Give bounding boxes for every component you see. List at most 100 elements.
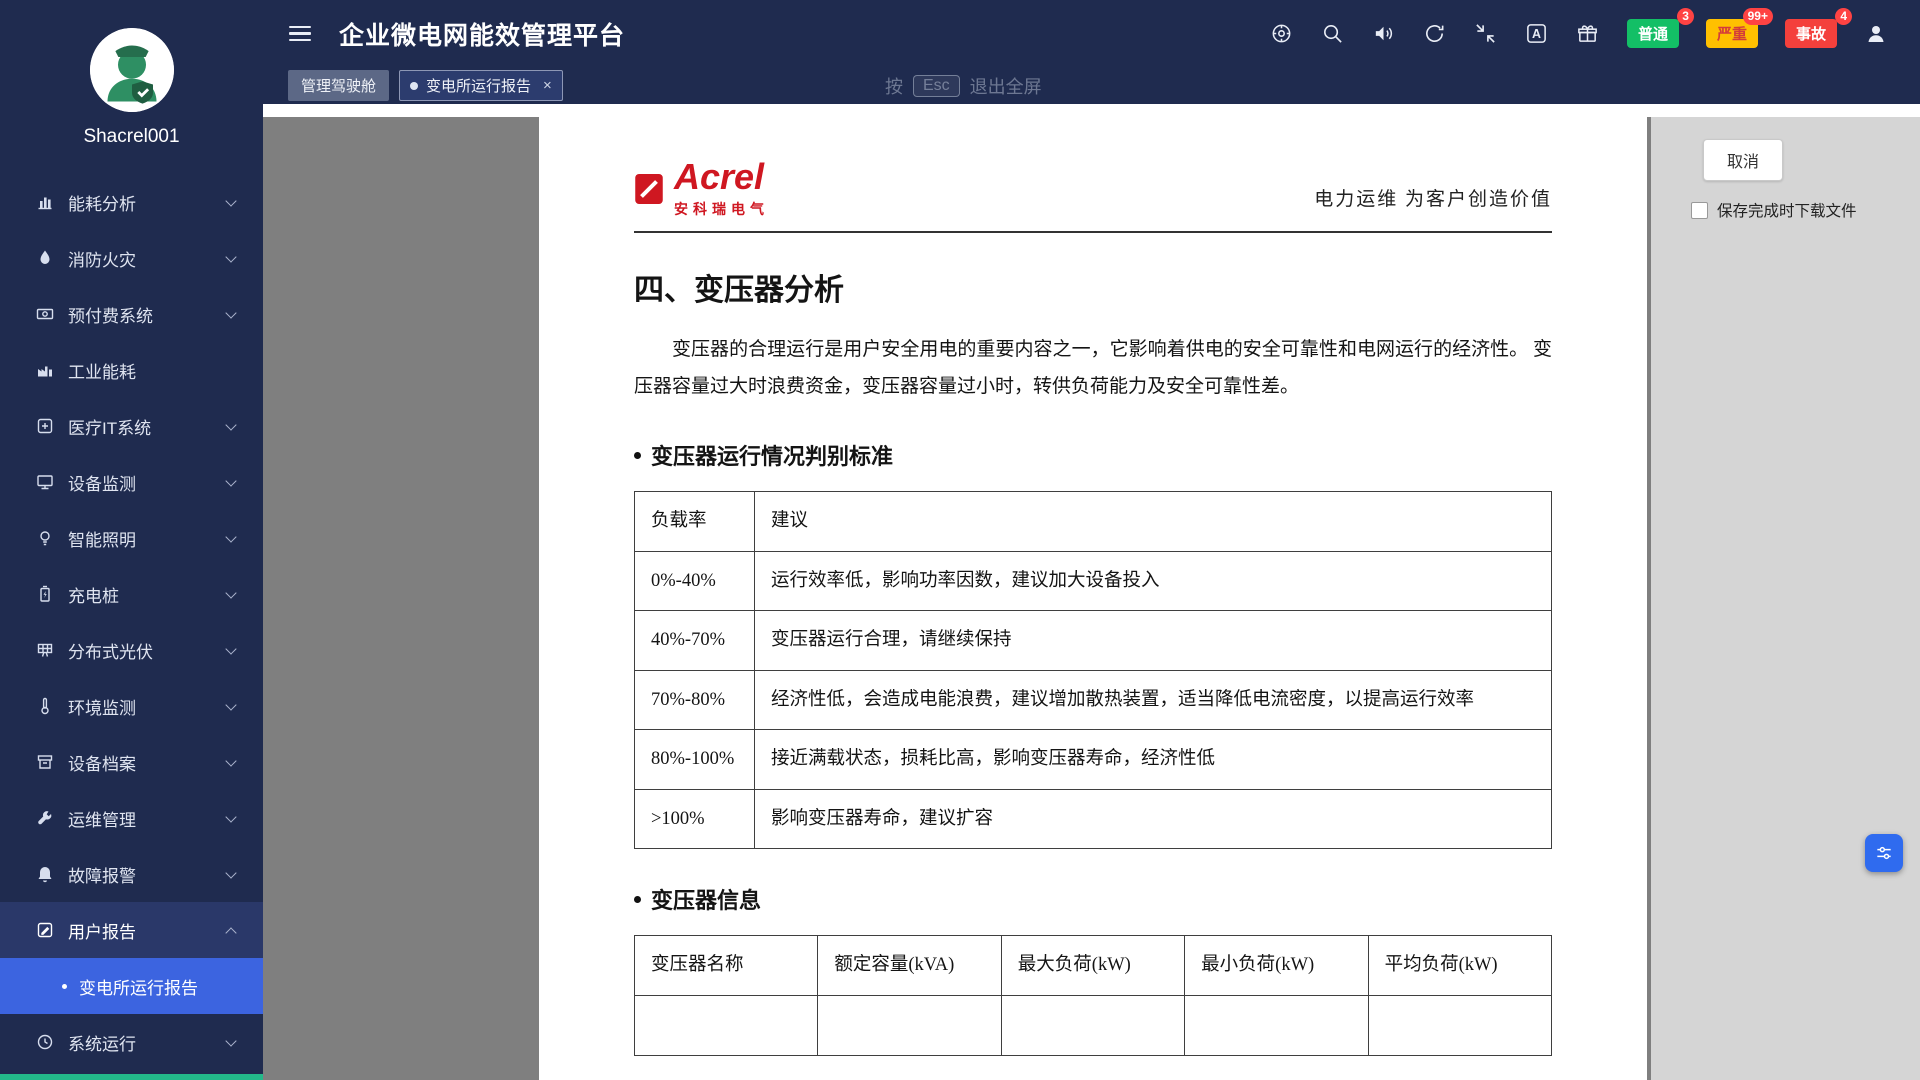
chevron-down-icon bbox=[225, 867, 236, 878]
hamburger-menu-icon[interactable] bbox=[289, 26, 311, 42]
monitor-icon bbox=[36, 473, 54, 491]
table-row: 80%-100% 接近满载状态，损耗比高，影响变压器寿命，经济性低 bbox=[635, 730, 1552, 790]
sidebar-item-label: 充电桩 bbox=[68, 582, 119, 607]
sidebar-item-prepaid-system[interactable]: 预付费系统 bbox=[0, 286, 263, 342]
sidebar-item-label: 智能照明 bbox=[68, 526, 136, 551]
sidebar-item-fault-alarm[interactable]: 故障报警 bbox=[0, 846, 263, 902]
chevron-down-icon bbox=[225, 251, 236, 262]
user-icon[interactable] bbox=[1864, 22, 1888, 46]
close-icon[interactable]: × bbox=[543, 78, 552, 93]
alarm-badge-label: 严重 bbox=[1717, 26, 1747, 43]
sidebar-item-industrial-energy[interactable]: 工业能耗 bbox=[0, 342, 263, 398]
subsection-title: 变压器运行情况判别标准 bbox=[651, 439, 893, 471]
tab-management-cockpit[interactable]: 管理驾驶舱 bbox=[288, 70, 389, 101]
charging-icon bbox=[36, 585, 54, 603]
table-row bbox=[635, 995, 1552, 1055]
alarm-count-badge: 99+ bbox=[1743, 8, 1773, 25]
sidebar-item-label: 工业能耗 bbox=[68, 358, 136, 383]
main-area: 企业微电网能效管理平台 bbox=[263, 0, 1920, 1080]
chevron-down-icon bbox=[225, 195, 236, 206]
esc-key-badge: Esc bbox=[913, 75, 960, 97]
alarm-count-badge: 3 bbox=[1677, 8, 1694, 25]
search-icon[interactable] bbox=[1321, 22, 1345, 46]
bullet-icon bbox=[62, 984, 67, 989]
alarm-count-badge: 4 bbox=[1835, 8, 1852, 25]
bullet-icon bbox=[634, 452, 641, 459]
sidebar-item-fire-protection[interactable]: 消防火灾 bbox=[0, 230, 263, 286]
chevron-down-icon bbox=[225, 755, 236, 766]
sidebar-item-label: 分布式光伏 bbox=[68, 638, 153, 663]
sidebar-item-charging-pile[interactable]: 充电桩 bbox=[0, 566, 263, 622]
sidebar-bottom-accent bbox=[0, 1074, 263, 1080]
chevron-down-icon bbox=[225, 811, 236, 822]
report-preview-pane[interactable]: Acrel 安科瑞电气 电力运维 为客户创造价值 四、变压器分析 变压器的合理运… bbox=[263, 117, 1651, 1080]
header-divider bbox=[634, 231, 1552, 233]
table-row: 0%-40% 运行效率低，影响功率因数，建议加大设备投入 bbox=[635, 551, 1552, 611]
alarm-badge-label: 事故 bbox=[1796, 26, 1826, 43]
table-header-cell: 建议 bbox=[755, 492, 1552, 552]
transformer-info-table: 变压器名称 额定容量(kVA) 最大负荷(kW) 最小负荷(kW) 平均负荷(k… bbox=[634, 935, 1552, 1056]
subsection-transformer-info: 变压器信息 bbox=[634, 883, 1552, 915]
alarm-badge-label: 普通 bbox=[1638, 26, 1668, 43]
money-icon bbox=[36, 305, 54, 323]
table-cell bbox=[635, 995, 818, 1055]
sidebar-item-equipment-archive[interactable]: 设备档案 bbox=[0, 734, 263, 790]
sliders-icon bbox=[1874, 843, 1894, 863]
refresh-icon[interactable] bbox=[1423, 22, 1447, 46]
intro-paragraph: 变压器的合理运行是用户安全用电的重要内容之一，它影响着供电的安全可靠性和电网运行… bbox=[634, 331, 1552, 405]
sidebar-item-ops-management[interactable]: 运维管理 bbox=[0, 790, 263, 846]
chevron-down-icon bbox=[225, 419, 236, 430]
chevron-down-icon bbox=[225, 531, 236, 542]
alarm-badge-severe[interactable]: 严重 99+ bbox=[1706, 19, 1758, 48]
subsection-criteria: 变压器运行情况判别标准 bbox=[634, 439, 1552, 471]
settings-float-button[interactable] bbox=[1865, 834, 1903, 872]
svg-text:A: A bbox=[1532, 27, 1541, 41]
archive-icon bbox=[36, 753, 54, 771]
app-title: 企业微电网能效管理平台 bbox=[339, 16, 625, 52]
table-row: >100% 影响变压器寿命，建议扩容 bbox=[635, 789, 1552, 849]
chevron-down-icon bbox=[225, 475, 236, 486]
solar-icon bbox=[36, 641, 54, 659]
chevron-down-icon bbox=[225, 699, 236, 710]
sidebar-item-equipment-monitoring[interactable]: 设备监测 bbox=[0, 454, 263, 510]
alarm-badge-normal[interactable]: 普通 3 bbox=[1627, 19, 1679, 48]
sidebar-username: Shacrel001 bbox=[0, 126, 263, 148]
hint-prefix: 按 bbox=[885, 73, 903, 99]
table-header-cell: 最大负荷(kW) bbox=[1001, 936, 1184, 996]
sidebar-item-label: 设备档案 bbox=[68, 750, 136, 775]
table-header-cell: 平均负荷(kW) bbox=[1368, 936, 1551, 996]
section-heading: 四、变压器分析 bbox=[634, 265, 1552, 309]
download-checkbox[interactable] bbox=[1691, 202, 1708, 219]
sidebar-item-energy-analysis[interactable]: 能耗分析 bbox=[0, 174, 263, 230]
sidebar-nav: 能耗分析 消防火灾 预付费系统 bbox=[0, 174, 263, 1070]
sidebar-subitem-substation-report[interactable]: 变电所运行报告 bbox=[0, 958, 263, 1014]
sidebar: Shacrel001 能耗分析 消防火灾 bbox=[0, 0, 263, 1080]
exit-fullscreen-icon[interactable] bbox=[1474, 22, 1498, 46]
sidebar-item-environment-monitoring[interactable]: 环境监测 bbox=[0, 678, 263, 734]
sidebar-item-medical-it[interactable]: 医疗IT系统 bbox=[0, 398, 263, 454]
table-cell: 0%-40% bbox=[635, 551, 755, 611]
table-header-cell: 负载率 bbox=[635, 492, 755, 552]
sidebar-item-system-operation[interactable]: 系统运行 bbox=[0, 1014, 263, 1070]
cancel-button[interactable]: 取消 bbox=[1703, 139, 1783, 181]
sidebar-item-distributed-pv[interactable]: 分布式光伏 bbox=[0, 622, 263, 678]
sidebar-item-smart-lighting[interactable]: 智能照明 bbox=[0, 510, 263, 566]
table-cell: 接近满载状态，损耗比高，影响变压器寿命，经济性低 bbox=[755, 730, 1552, 790]
gift-icon[interactable] bbox=[1576, 22, 1600, 46]
fire-icon bbox=[36, 249, 54, 267]
translate-icon[interactable]: A bbox=[1525, 22, 1549, 46]
table-cell bbox=[1001, 995, 1184, 1055]
table-cell bbox=[1185, 995, 1368, 1055]
report-icon bbox=[36, 921, 54, 939]
alarm-badge-accident[interactable]: 事故 4 bbox=[1785, 19, 1837, 48]
bulb-icon bbox=[36, 529, 54, 547]
table-cell bbox=[818, 995, 1001, 1055]
table-cell: 80%-100% bbox=[635, 730, 755, 790]
sidebar-item-user-report[interactable]: 用户报告 bbox=[0, 902, 263, 958]
gauge-icon[interactable] bbox=[1270, 22, 1294, 46]
download-option-row: 保存完成时下载文件 bbox=[1691, 199, 1920, 221]
volume-icon[interactable] bbox=[1372, 22, 1396, 46]
export-panel: 取消 保存完成时下载文件 bbox=[1651, 117, 1920, 1080]
table-header-cell: 变压器名称 bbox=[635, 936, 818, 996]
tab-substation-report[interactable]: 变电所运行报告 × bbox=[399, 70, 563, 101]
